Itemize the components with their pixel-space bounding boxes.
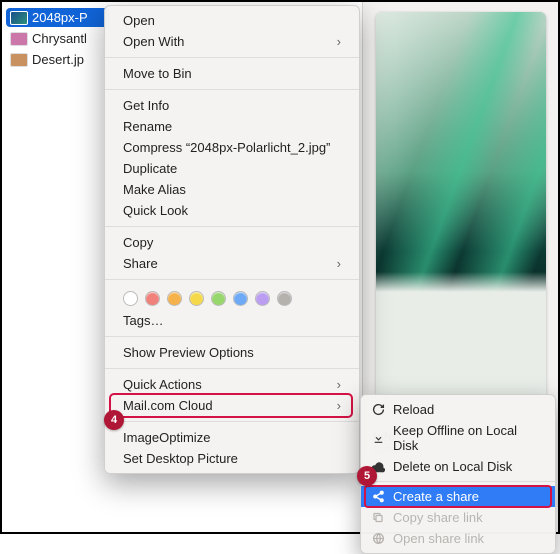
download-icon [371, 431, 385, 445]
file-item-selected[interactable]: 2048px-P [6, 8, 108, 27]
submenu-mailcom-cloud: Reload Keep Offline on Local Disk Delete… [360, 394, 556, 554]
file-name: 2048px-P [32, 10, 88, 25]
menu-item-duplicate[interactable]: Duplicate [105, 158, 359, 179]
menu-item-move-to-bin[interactable]: Move to Bin [105, 63, 359, 84]
tag-red[interactable] [145, 291, 160, 306]
submenu-separator [361, 481, 555, 482]
file-list: 2048px-P Chrysantl Desert.jp [2, 2, 112, 532]
menu-item-show-preview-options[interactable]: Show Preview Options [105, 342, 359, 363]
file-item[interactable]: Desert.jp [6, 50, 108, 69]
menu-item-mailcom-cloud[interactable]: Mail.com Cloud› [105, 395, 359, 416]
image-thumb-icon [10, 32, 28, 46]
image-thumb-icon [10, 11, 28, 25]
menu-item-quick-look[interactable]: Quick Look [105, 200, 359, 221]
tag-gray[interactable] [277, 291, 292, 306]
menu-item-share[interactable]: Share› [105, 253, 359, 274]
submenu-item-reload[interactable]: Reload [361, 399, 555, 420]
menu-item-compress[interactable]: Compress “2048px-Polarlicht_2.jpg” [105, 137, 359, 158]
chevron-right-icon: › [337, 398, 341, 413]
tag-orange[interactable] [167, 291, 182, 306]
menu-item-rename[interactable]: Rename [105, 116, 359, 137]
reload-icon [371, 403, 385, 417]
menu-separator [105, 279, 359, 280]
submenu-item-copy-share-link: Copy share link [361, 507, 555, 528]
menu-separator [105, 421, 359, 422]
chevron-right-icon: › [337, 34, 341, 49]
step-badge-4: 4 [104, 410, 124, 430]
tag-green[interactable] [211, 291, 226, 306]
submenu-item-open-share-link: Open share link [361, 528, 555, 549]
menu-item-image-optimize[interactable]: ImageOptimize [105, 427, 359, 448]
menu-item-make-alias[interactable]: Make Alias [105, 179, 359, 200]
menu-item-get-info[interactable]: Get Info [105, 95, 359, 116]
submenu-item-delete-local[interactable]: Delete on Local Disk [361, 456, 555, 477]
chevron-right-icon: › [337, 256, 341, 271]
menu-item-open-with[interactable]: Open With› [105, 31, 359, 52]
menu-item-copy[interactable]: Copy [105, 232, 359, 253]
menu-separator [105, 368, 359, 369]
menu-separator [105, 57, 359, 58]
copy-icon [371, 511, 385, 525]
context-menu: Open Open With› Move to Bin Get Info Ren… [104, 5, 360, 474]
preview-image [376, 12, 546, 412]
tag-purple[interactable] [255, 291, 270, 306]
menu-item-set-desktop-picture[interactable]: Set Desktop Picture [105, 448, 359, 469]
menu-item-quick-actions[interactable]: Quick Actions› [105, 374, 359, 395]
menu-separator [105, 89, 359, 90]
menu-separator [105, 226, 359, 227]
file-name: Desert.jp [32, 52, 84, 67]
submenu-item-create-share[interactable]: Create a share [361, 486, 555, 507]
submenu-item-keep-offline[interactable]: Keep Offline on Local Disk [361, 420, 555, 456]
file-name: Chrysantl [32, 31, 87, 46]
share-icon [371, 490, 385, 504]
tag-blue[interactable] [233, 291, 248, 306]
tag-row [105, 285, 359, 310]
menu-item-open[interactable]: Open [105, 10, 359, 31]
tag-none[interactable] [123, 291, 138, 306]
menu-separator [105, 336, 359, 337]
chevron-right-icon: › [337, 377, 341, 392]
image-thumb-icon [10, 53, 28, 67]
file-item[interactable]: Chrysantl [6, 29, 108, 48]
menu-item-tags[interactable]: Tags… [105, 310, 359, 331]
tag-yellow[interactable] [189, 291, 204, 306]
step-badge-5: 5 [357, 466, 377, 486]
